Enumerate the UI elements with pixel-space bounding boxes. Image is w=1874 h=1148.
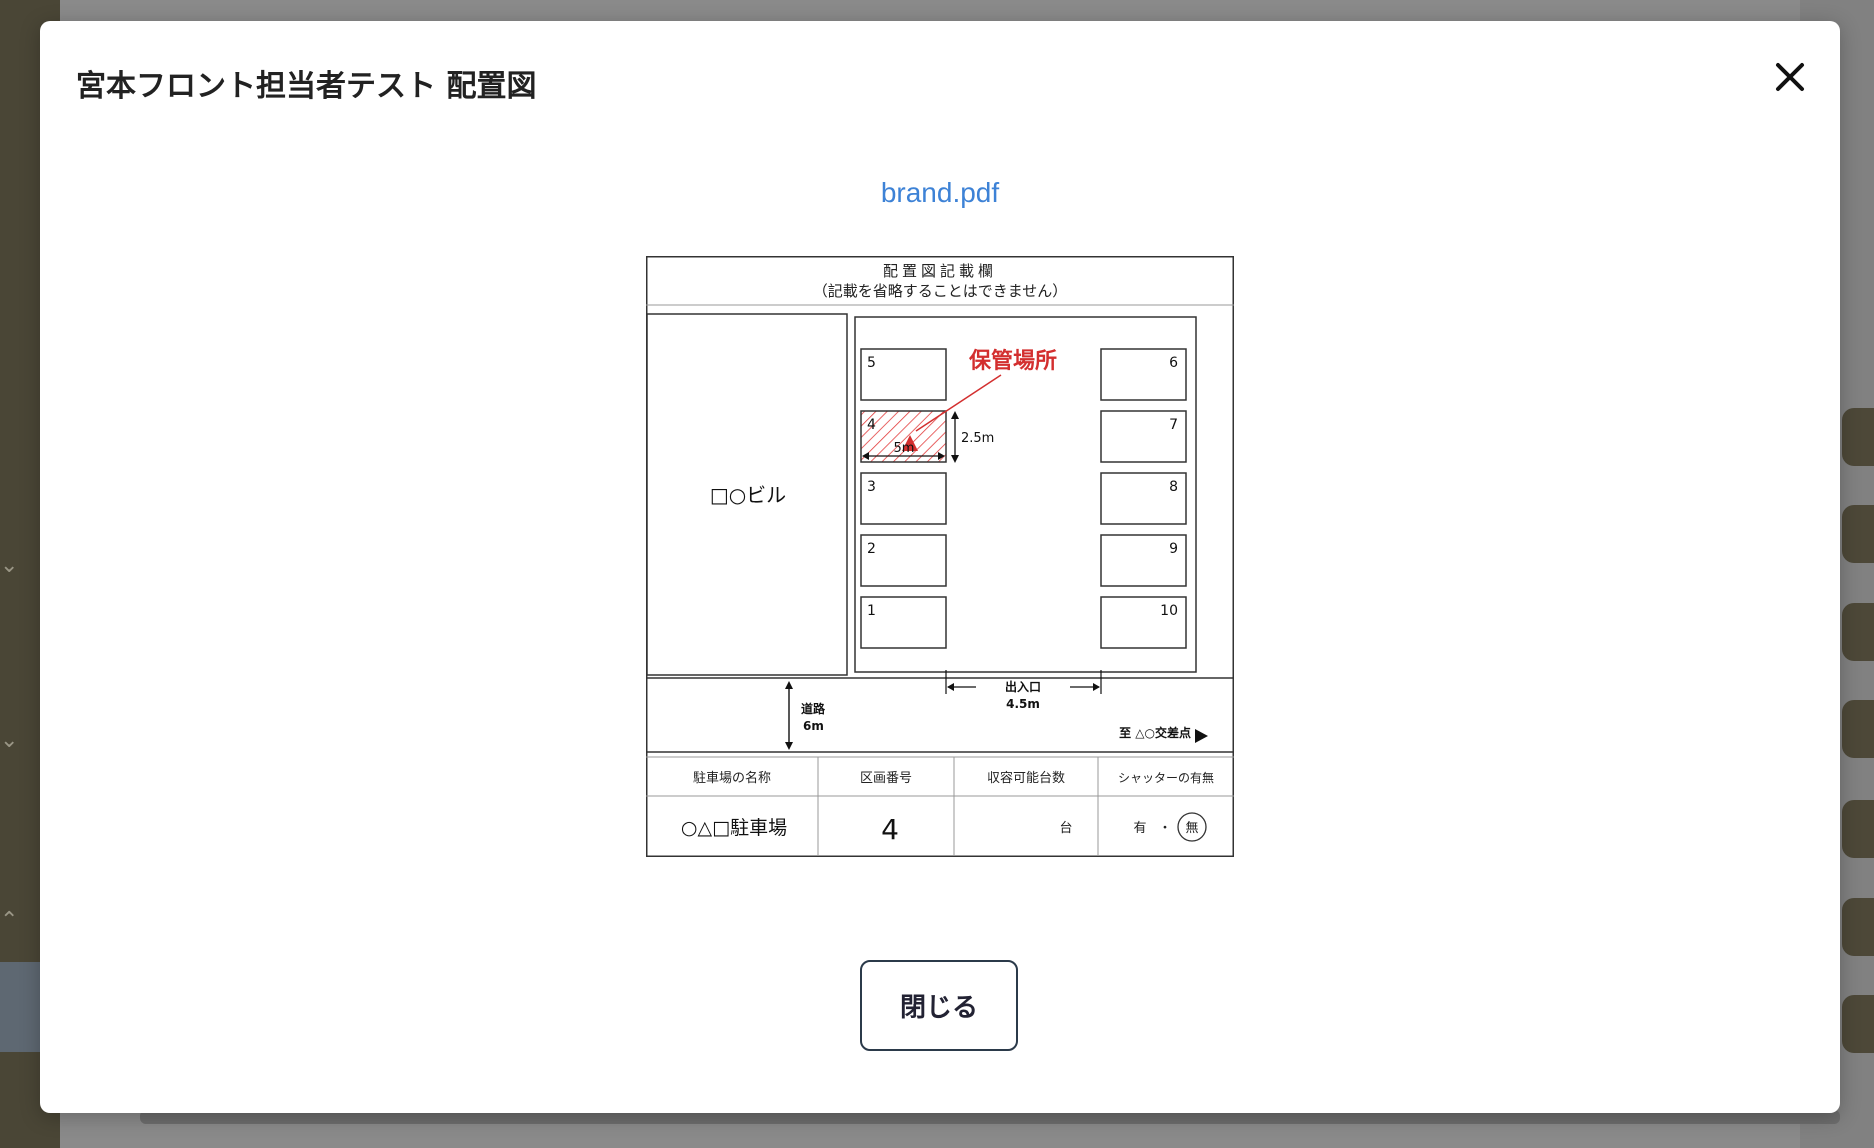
modal-title: 宮本フロント担当者テスト 配置図 <box>76 69 537 104</box>
space-number: 1 <box>867 603 876 619</box>
chevron-down-icon: ⌄ <box>0 728 19 753</box>
background-tab <box>1842 995 1874 1053</box>
shutter-yes: 有 <box>1133 821 1146 836</box>
close-button[interactable]: 閉じる <box>860 960 1018 1051</box>
left-spaces: 5 4 3 2 1 <box>860 348 947 649</box>
space-number: 5 <box>867 355 876 371</box>
right-spaces: 6 7 8 9 10 <box>1100 348 1187 649</box>
chevron-up-icon: ⌃ <box>0 908 19 933</box>
background-tab <box>1842 700 1874 758</box>
background-tab <box>1842 408 1874 466</box>
shutter-no: 無 <box>1185 821 1198 836</box>
shutter-separator: ・ <box>1158 821 1171 836</box>
background-tab <box>1842 898 1874 956</box>
table-header: 区画番号 <box>860 771 912 786</box>
document-preview: 配置図記載欄 （記載を省略することはできません） □○ビル 5 4 3 2 1 <box>646 256 1234 857</box>
space-number: 6 <box>1169 355 1178 371</box>
layout-diagram-modal: 宮本フロント担当者テスト 配置図 brand.pdf 配置図記載欄 （記載を省略… <box>40 21 1840 1113</box>
space-number: 2 <box>867 541 876 557</box>
space-number: 4 <box>867 417 876 433</box>
table-header: 駐車場の名称 <box>693 770 771 786</box>
space-number: 7 <box>1169 417 1178 433</box>
space-number: 3 <box>867 479 876 495</box>
building-label: □○ビル <box>710 483 786 507</box>
file-link[interactable]: brand.pdf <box>40 177 1840 209</box>
document-subheading: （記載を省略することはできません） <box>813 282 1068 300</box>
space-number: 10 <box>1160 603 1178 619</box>
parking-name: ○△□駐車場 <box>681 817 787 839</box>
entrance-width: 4.5m <box>1006 697 1040 711</box>
road-label: 道路 <box>801 701 826 716</box>
close-icon[interactable] <box>1768 55 1812 99</box>
space-number-value: 4 <box>881 813 899 846</box>
table-header: シャッターの有無 <box>1118 770 1214 785</box>
table-header: 収容可能台数 <box>987 770 1065 786</box>
background-tab <box>1842 800 1874 858</box>
space-number: 9 <box>1169 541 1178 557</box>
direction-label: 至 △○交差点 <box>1119 725 1191 740</box>
background-tab <box>1842 603 1874 661</box>
entrance-label: 出入口 <box>1005 679 1041 694</box>
road-width: 6m <box>803 719 824 733</box>
storage-label: 保管場所 <box>968 348 1057 374</box>
space-number: 8 <box>1169 479 1178 495</box>
capacity-unit: 台 <box>1059 821 1072 836</box>
document-heading: 配置図記載欄 <box>883 262 997 280</box>
width-dimension: 5m <box>894 441 915 456</box>
background-tab <box>1842 505 1874 563</box>
chevron-down-icon: ⌄ <box>0 553 19 578</box>
depth-dimension: 2.5m <box>961 431 994 446</box>
